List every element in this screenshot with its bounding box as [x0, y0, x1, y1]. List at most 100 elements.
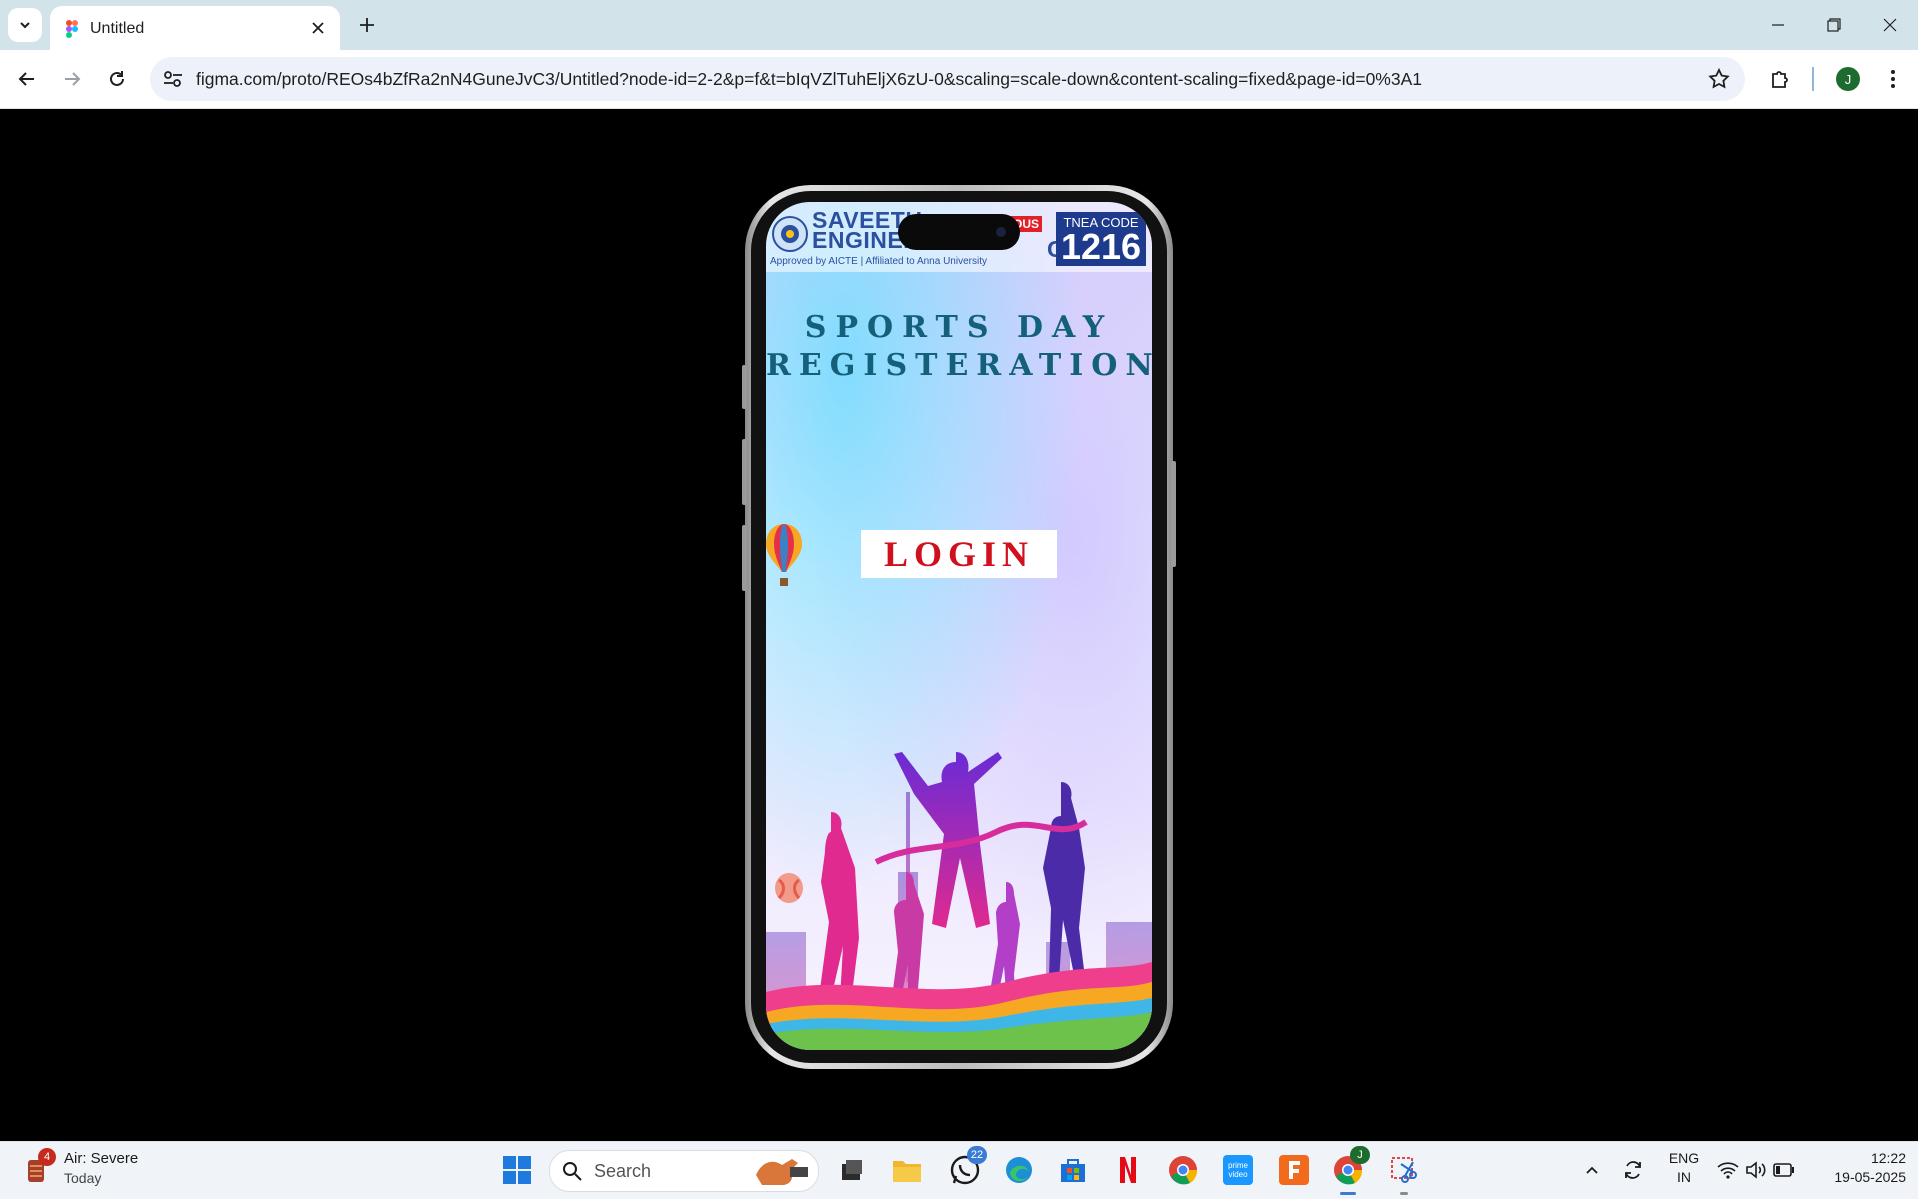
- netflix-icon: [1120, 1157, 1136, 1183]
- file-explorer-button[interactable]: [889, 1152, 925, 1188]
- approval-text: Approved by AICTE | Affiliated to Anna U…: [770, 256, 987, 267]
- hot-air-balloon-icon: [766, 524, 802, 586]
- close-icon: [1883, 18, 1897, 32]
- wifi-status[interactable]: [1716, 1156, 1740, 1184]
- url-text: figma.com/proto/REOs4bZfRa2nN4GuneJvC3/U…: [196, 69, 1422, 89]
- browser-menu-button[interactable]: [1880, 66, 1906, 92]
- fl-studio-icon: [1279, 1155, 1309, 1185]
- system-clock[interactable]: 12:22 19-05-2025: [1806, 1149, 1906, 1187]
- battery-status[interactable]: [1772, 1156, 1796, 1184]
- task-view-button[interactable]: [834, 1152, 870, 1188]
- snipping-tool-button[interactable]: [1386, 1152, 1422, 1188]
- profile-avatar[interactable]: J: [1836, 67, 1860, 91]
- weather-alert-badge: 4: [38, 1148, 56, 1166]
- battery-icon: [1773, 1163, 1794, 1177]
- search-placeholder: Search: [594, 1161, 652, 1181]
- running-app-indicator: [1400, 1192, 1408, 1195]
- college-seal-icon: [772, 216, 808, 252]
- camera-icon: [996, 227, 1006, 237]
- reload-button[interactable]: [102, 64, 132, 94]
- headline-line-2: REGISTERATION: [766, 348, 1152, 383]
- site-settings-icon[interactable]: [162, 69, 184, 89]
- close-tab-icon[interactable]: [308, 18, 328, 38]
- chrome-app-button[interactable]: [1165, 1152, 1201, 1188]
- chevron-up-icon: [1586, 1166, 1598, 1174]
- svg-text:video: video: [1228, 1170, 1248, 1179]
- dynamic-island: [898, 214, 1020, 250]
- puzzle-icon: [1772, 71, 1788, 88]
- toolbar-divider: [1812, 67, 1814, 91]
- search-highlight-icon: [756, 1159, 808, 1185]
- phone-screen: SAVEETH ENGINEE GE OUS Approved by AICTE…: [766, 202, 1152, 1050]
- figma-icon: [66, 20, 78, 38]
- phone-frame: SAVEETH ENGINEE GE OUS Approved by AICTE…: [742, 185, 1176, 1069]
- active-app-indicator: [1340, 1192, 1356, 1195]
- windows-taskbar: 4 Air: Severe Today Search 22 prime video: [0, 1141, 1918, 1199]
- prototype-viewport: SAVEETH ENGINEE GE OUS Approved by AICTE…: [0, 109, 1918, 1141]
- chrome-profile-button[interactable]: J: [1330, 1146, 1370, 1188]
- forward-arrow-icon: [65, 72, 81, 86]
- phone-power-button: [1171, 461, 1176, 567]
- sports-runners-illustration: [766, 752, 1152, 1050]
- task-view-icon: [842, 1160, 862, 1180]
- taskbar-search[interactable]: Search: [549, 1150, 819, 1192]
- tab-untitled[interactable]: Untitled: [50, 6, 340, 50]
- tnea-code: 1216: [1060, 226, 1142, 267]
- small-balloon-icon: [775, 873, 803, 903]
- chevron-down-icon: [20, 22, 30, 29]
- chrome-icon: [1169, 1156, 1198, 1185]
- tab-title: Untitled: [90, 20, 145, 37]
- netflix-button[interactable]: [1110, 1152, 1146, 1188]
- fl-studio-button[interactable]: [1276, 1152, 1312, 1188]
- show-hidden-icons-button[interactable]: [1582, 1156, 1602, 1184]
- clock-time: 12:22: [1870, 1150, 1906, 1166]
- phone-volume-down: [742, 525, 747, 591]
- tab-search-button[interactable]: [8, 8, 42, 42]
- extensions-button[interactable]: [1768, 66, 1794, 92]
- microsoft-store-button[interactable]: [1055, 1152, 1091, 1188]
- more-vertical-icon: [1891, 70, 1895, 88]
- volume-status[interactable]: [1744, 1156, 1768, 1184]
- reload-icon: [110, 71, 124, 86]
- windows-start-icon[interactable]: [503, 1156, 531, 1184]
- login-button[interactable]: LOGIN: [861, 530, 1057, 578]
- sync-status-button[interactable]: [1620, 1156, 1646, 1184]
- new-tab-button[interactable]: [354, 12, 380, 38]
- forward-button[interactable]: [57, 64, 87, 94]
- weather-title: Air: Severe: [64, 1150, 139, 1167]
- speaker-icon: [1746, 1161, 1766, 1179]
- phone-action-button: [742, 365, 747, 409]
- back-arrow-icon: [18, 72, 34, 86]
- tnea-code-box: TNEA CODE 1216: [1056, 212, 1146, 266]
- edge-button[interactable]: [1001, 1152, 1037, 1188]
- restore-button[interactable]: [1814, 10, 1854, 40]
- chrome-profile-badge: J: [1350, 1146, 1370, 1164]
- back-button[interactable]: [12, 64, 42, 94]
- sync-icon: [1625, 1161, 1641, 1179]
- minimize-button[interactable]: [1758, 10, 1798, 40]
- plus-icon: [360, 18, 374, 32]
- language-code: ENG: [1668, 1150, 1700, 1166]
- search-icon: [563, 1162, 582, 1181]
- close-window-button[interactable]: [1870, 10, 1910, 40]
- store-icon: [1061, 1159, 1085, 1182]
- wifi-icon: [1717, 1162, 1739, 1179]
- headline-line-1: SPORTS DAY: [804, 310, 1114, 345]
- restore-icon: [1827, 18, 1841, 32]
- weather-subtitle: Today: [64, 1170, 102, 1186]
- tab-strip: Untitled: [0, 0, 1918, 50]
- bookmark-star-icon[interactable]: [1707, 67, 1731, 91]
- snipping-tool-icon: [1391, 1157, 1417, 1183]
- language-region: IN: [1677, 1169, 1691, 1185]
- browser-toolbar: figma.com/proto/REOs4bZfRa2nN4GuneJvC3/U…: [0, 50, 1918, 109]
- whatsapp-button[interactable]: 22: [947, 1146, 987, 1188]
- edge-icon: [1006, 1157, 1032, 1183]
- svg-text:prime: prime: [1228, 1161, 1249, 1170]
- input-language-indicator[interactable]: ENG IN: [1666, 1149, 1702, 1187]
- clock-date: 19-05-2025: [1834, 1169, 1906, 1185]
- address-bar[interactable]: figma.com/proto/REOs4bZfRa2nN4GuneJvC3/U…: [150, 57, 1745, 101]
- prime-video-button[interactable]: prime video: [1220, 1152, 1256, 1188]
- phone-volume-up: [742, 439, 747, 505]
- minimize-icon: [1772, 24, 1784, 26]
- folder-icon: [893, 1161, 921, 1182]
